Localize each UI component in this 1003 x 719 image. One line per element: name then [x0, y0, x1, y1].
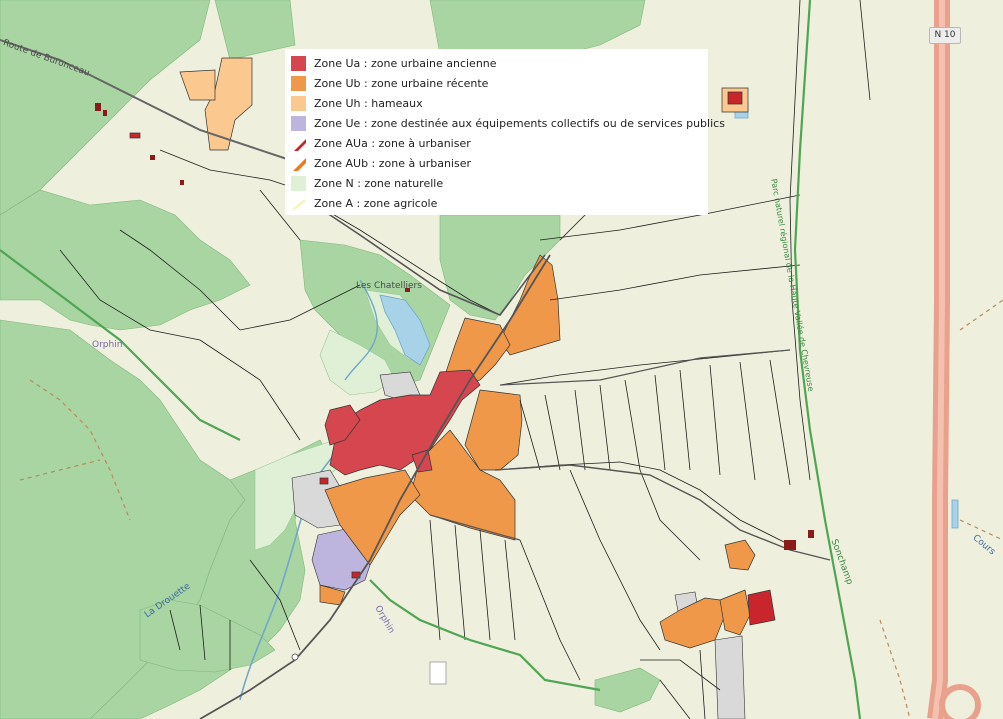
legend-swatch-ub — [291, 75, 306, 91]
stream-label-west: Orphin — [92, 340, 123, 350]
legend-swatch-aub — [293, 157, 306, 171]
road-node — [291, 653, 299, 661]
legend-item-ub: Zone Ub : zone urbaine récente — [291, 73, 702, 93]
map-legend: Zone Ua : zone urbaine ancienne Zone Ub … — [285, 49, 725, 215]
legend-swatch-aua — [294, 138, 306, 151]
legend-label-aub: Zone AUb : zone à urbaniser — [314, 156, 472, 170]
legend-item-n: Zone N : zone naturelle — [291, 173, 702, 193]
legend-label-ue: Zone Ue : zone destinée aux équipements … — [314, 116, 725, 130]
legend-label-a: Zone A : zone agricole — [314, 196, 438, 210]
legend-item-aua: Zone AUa : zone à urbaniser — [291, 133, 702, 153]
legend-item-a: Zone A : zone agricole — [291, 193, 702, 213]
legend-item-uh: Zone Uh : hameaux — [291, 93, 702, 113]
hamlet-label: Les Chatelliers — [356, 281, 422, 291]
legend-swatch-a — [292, 198, 306, 211]
legend-swatch-ua — [291, 55, 306, 71]
building-outline — [429, 661, 447, 685]
legend-swatch-uh — [291, 95, 306, 111]
legend-label-n: Zone N : zone naturelle — [314, 176, 444, 190]
legend-label-ua: Zone Ua : zone urbaine ancienne — [314, 56, 497, 70]
legend-label-uh: Zone Uh : hameaux — [314, 96, 423, 110]
legend-item-ua: Zone Ua : zone urbaine ancienne — [291, 53, 702, 73]
legend-item-aub: Zone AUb : zone à urbaniser — [291, 153, 702, 173]
legend-swatch-n — [291, 175, 306, 191]
legend-item-ue: Zone Ue : zone destinée aux équipements … — [291, 113, 725, 133]
legend-swatch-ue — [291, 115, 306, 131]
n10-road-shield: N 10 — [929, 27, 961, 44]
legend-label-aua: Zone AUa : zone à urbaniser — [314, 136, 471, 150]
legend-label-ub: Zone Ub : zone urbaine récente — [314, 76, 489, 90]
